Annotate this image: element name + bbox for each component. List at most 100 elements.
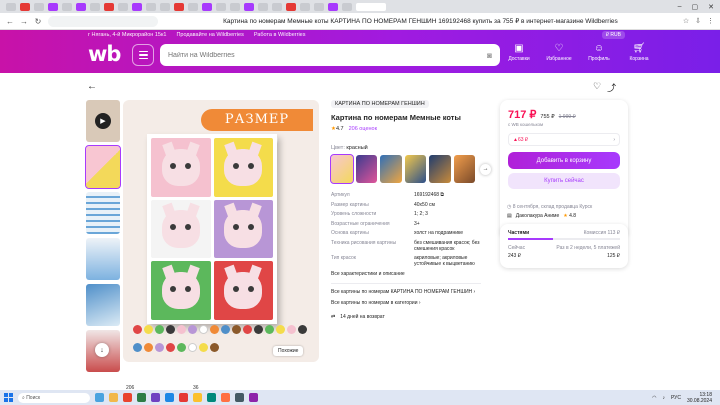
thumbnail-image[interactable] (86, 192, 120, 234)
wb-logo[interactable]: wb (88, 43, 124, 65)
reviews-link[interactable]: 206 оценок (349, 126, 377, 132)
currency-selector[interactable]: ₽ RUB (601, 31, 625, 39)
similar-button[interactable]: Похожие (273, 346, 304, 356)
taskbar-app-icon[interactable] (165, 393, 174, 402)
url-field[interactable] (48, 15, 158, 27)
color-swatch[interactable] (330, 154, 354, 184)
menu-icon[interactable]: ⋮ (707, 17, 714, 25)
browser-tab[interactable] (258, 2, 268, 11)
header-action-deliveries[interactable]: ▣ Доставки (505, 44, 533, 63)
buy-now-button[interactable]: Купить сейчас (508, 173, 620, 189)
taskbar-app-icon[interactable] (249, 393, 258, 402)
taskbar-app-icon[interactable] (207, 393, 216, 402)
browser-tab[interactable] (202, 2, 212, 11)
color-swatch[interactable] (380, 155, 402, 183)
location-link[interactable]: г Нягань, 4-й Микрорайон 15к1 (88, 32, 166, 38)
color-swatch[interactable] (404, 155, 427, 183)
browser-tab[interactable] (188, 2, 198, 11)
browser-tab[interactable] (76, 2, 86, 11)
chevron-right-icon[interactable]: → (480, 163, 491, 175)
header-action-favorites[interactable]: ♡ Избранное (545, 44, 573, 63)
thumbnail-image[interactable] (86, 284, 120, 326)
minimize-icon[interactable]: – (678, 3, 682, 11)
color-swatch[interactable] (453, 155, 476, 183)
share-icon[interactable]: ⤴ (607, 81, 616, 94)
copy-icon[interactable]: ⧉ (440, 192, 444, 198)
bookmark-icon[interactable]: ☆ (683, 17, 689, 25)
browser-tab[interactable] (62, 2, 72, 11)
wifi-icon[interactable]: ◠ (652, 395, 656, 401)
browser-tab[interactable] (314, 2, 324, 11)
add-to-cart-button[interactable]: Добавить в корзину (508, 152, 620, 169)
browser-tab[interactable] (286, 2, 296, 11)
thumbnail-video[interactable]: ▶ (86, 100, 120, 142)
camera-icon[interactable]: ◙ (487, 51, 492, 60)
discount-value: ▲63 ₽ (513, 136, 529, 143)
reload-icon[interactable]: ↻ (34, 17, 42, 26)
close-icon[interactable]: ✕ (708, 3, 714, 11)
favorite-icon[interactable]: ♡ (593, 81, 601, 94)
browser-tab[interactable] (34, 2, 44, 11)
forward-icon[interactable]: → (20, 17, 28, 26)
browser-tab[interactable] (244, 2, 254, 11)
taskbar-app-icon[interactable] (109, 393, 118, 402)
header-action-cart[interactable]: 🛒︎ Корзина (625, 44, 653, 63)
taskbar-search[interactable]: ⌕ Поиск (18, 392, 90, 403)
clock[interactable]: 13:18 30.08.2024 (687, 392, 712, 404)
language-indicator[interactable]: РУС (671, 395, 681, 401)
back-icon[interactable]: ← (6, 17, 14, 26)
browser-tab[interactable] (160, 2, 170, 11)
clock-icon: ◷ (507, 204, 512, 210)
browser-tab[interactable] (6, 2, 16, 11)
browser-tab[interactable] (328, 2, 338, 11)
taskbar-app-icon[interactable] (137, 393, 146, 402)
browser-tab[interactable] (20, 2, 30, 11)
seller-info[interactable]: ▤ Даколакура Аниме ★ 4.8 (507, 213, 576, 219)
taskbar-app-icon[interactable] (221, 393, 230, 402)
browser-tab[interactable] (342, 2, 352, 11)
category-products-link[interactable]: Все картины по номерам в категории › (331, 300, 491, 306)
back-arrow-icon[interactable]: ← (87, 81, 97, 92)
taskbar-app-icon[interactable] (151, 393, 160, 402)
maximize-icon[interactable]: ▢ (692, 3, 699, 11)
browser-tab[interactable] (300, 2, 310, 11)
volume-icon[interactable]: ♪ (662, 395, 665, 401)
brand-products-link[interactable]: Все картины по номерам КАРТИНА ПО НОМЕРА… (331, 289, 491, 295)
browser-tab[interactable] (90, 2, 100, 11)
windows-start-icon[interactable] (4, 393, 13, 402)
browser-tab[interactable] (118, 2, 128, 11)
main-product-photo[interactable]: РАЗМЕР 40х50 Похожие (123, 100, 319, 362)
thumbnail-image[interactable] (85, 145, 121, 189)
sell-link[interactable]: Продавайте на Wildberries (176, 32, 243, 38)
browser-tab[interactable] (230, 2, 240, 11)
tab-installments[interactable]: Частями (508, 230, 529, 236)
payment-values: 243 ₽ 125 ₽ (508, 253, 620, 259)
browser-tab[interactable] (216, 2, 226, 11)
browser-tab[interactable] (104, 2, 114, 11)
browser-tab-active[interactable] (356, 2, 386, 11)
browser-tab[interactable] (272, 2, 282, 11)
browser-tab[interactable] (174, 2, 184, 11)
color-label: Цвет: красный (331, 145, 491, 151)
header-action-profile[interactable]: ☺ Профиль (585, 44, 613, 63)
all-specs-link[interactable]: Все характеристики и описание (331, 271, 491, 277)
chevron-down-icon[interactable]: ↓ (95, 343, 109, 357)
discount-info[interactable]: ▲63 ₽ › (508, 133, 620, 146)
taskbar-app-icon[interactable] (235, 393, 244, 402)
color-swatch[interactable] (355, 155, 378, 183)
browser-tab[interactable] (48, 2, 58, 11)
tab-commission[interactable]: Комиссия 113 ₽ (584, 230, 620, 236)
taskbar-app-icon[interactable] (123, 393, 132, 402)
thumbnail-image[interactable] (86, 238, 120, 280)
taskbar-app-icon[interactable] (193, 393, 202, 402)
catalog-menu-button[interactable] (132, 44, 154, 66)
download-icon[interactable]: ⇩ (695, 17, 701, 25)
color-swatch[interactable] (429, 155, 451, 183)
taskbar-app-icon[interactable] (179, 393, 188, 402)
browser-tab[interactable] (132, 2, 142, 11)
work-link[interactable]: Работа в Wildberries (254, 32, 306, 38)
taskbar-app-icon[interactable] (95, 393, 104, 402)
brand-link[interactable]: КАРТИНА ПО НОМЕРАМ ГЕНШИН (331, 100, 429, 108)
browser-tab[interactable] (146, 2, 156, 11)
search-input[interactable] (168, 51, 488, 59)
